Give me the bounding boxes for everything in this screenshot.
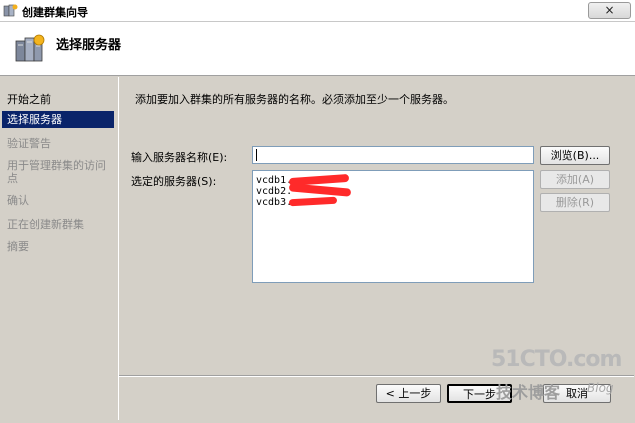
- nav-step-select-servers[interactable]: 选择服务器: [2, 111, 114, 128]
- wizard-content: 添加要加入群集的所有服务器的名称。必须添加至少一个服务器。 输入服务器名称(E)…: [118, 77, 634, 420]
- watermark-tagline: 技术博客: [496, 383, 561, 402]
- instruction-text: 添加要加入群集的所有服务器的名称。必须添加至少一个服务器。: [135, 93, 454, 106]
- nav-step-before-you-begin[interactable]: 开始之前: [2, 93, 114, 106]
- window-title: 创建群集向导: [22, 6, 88, 19]
- server-list-item[interactable]: vcdb2.: [256, 186, 292, 197]
- remove-button[interactable]: 删除(R): [540, 193, 610, 212]
- nav-step-confirmation: 确认: [7, 194, 29, 207]
- watermark-blog: Blog: [587, 381, 614, 395]
- server-list-item[interactable]: vcdb1.: [256, 175, 292, 186]
- nav-step-access-point: 用于管理群集的访问点: [7, 159, 106, 185]
- nav-step-creating-cluster: 正在创建新群集: [7, 218, 84, 231]
- redaction-mark: [288, 183, 352, 197]
- nav-step-validation-warning: 验证警告: [7, 137, 51, 150]
- title-bar: 创建群集向导 ×: [0, 0, 635, 22]
- wizard-header: 选择服务器: [0, 22, 635, 76]
- text-caret: [256, 149, 257, 161]
- watermark-site: 51CTO.com: [491, 347, 622, 372]
- add-button[interactable]: 添加(A): [540, 170, 610, 189]
- server-name-input[interactable]: [252, 146, 534, 164]
- selected-servers-list[interactable]: vcdb1. vcdb2. vcdb3.: [252, 170, 534, 283]
- redaction-mark: [288, 196, 338, 207]
- selected-servers-label: 选定的服务器(S):: [131, 175, 217, 188]
- close-button[interactable]: ×: [588, 2, 631, 19]
- server-list-item[interactable]: vcdb3.: [256, 197, 292, 208]
- nav-step-summary: 摘要: [7, 240, 29, 253]
- page-title: 选择服务器: [56, 38, 122, 53]
- server-name-label: 输入服务器名称(E):: [131, 151, 228, 164]
- wizard-steps-pane: 开始之前 选择服务器 验证警告 用于管理群集的访问点 确认 正在创建新群集 摘要: [2, 82, 117, 419]
- cluster-app-icon: [3, 4, 18, 17]
- previous-button[interactable]: < 上一步: [376, 384, 441, 403]
- browse-button[interactable]: 浏览(B)...: [540, 146, 610, 165]
- footer-divider: [119, 375, 634, 377]
- server-cluster-icon: [15, 34, 45, 62]
